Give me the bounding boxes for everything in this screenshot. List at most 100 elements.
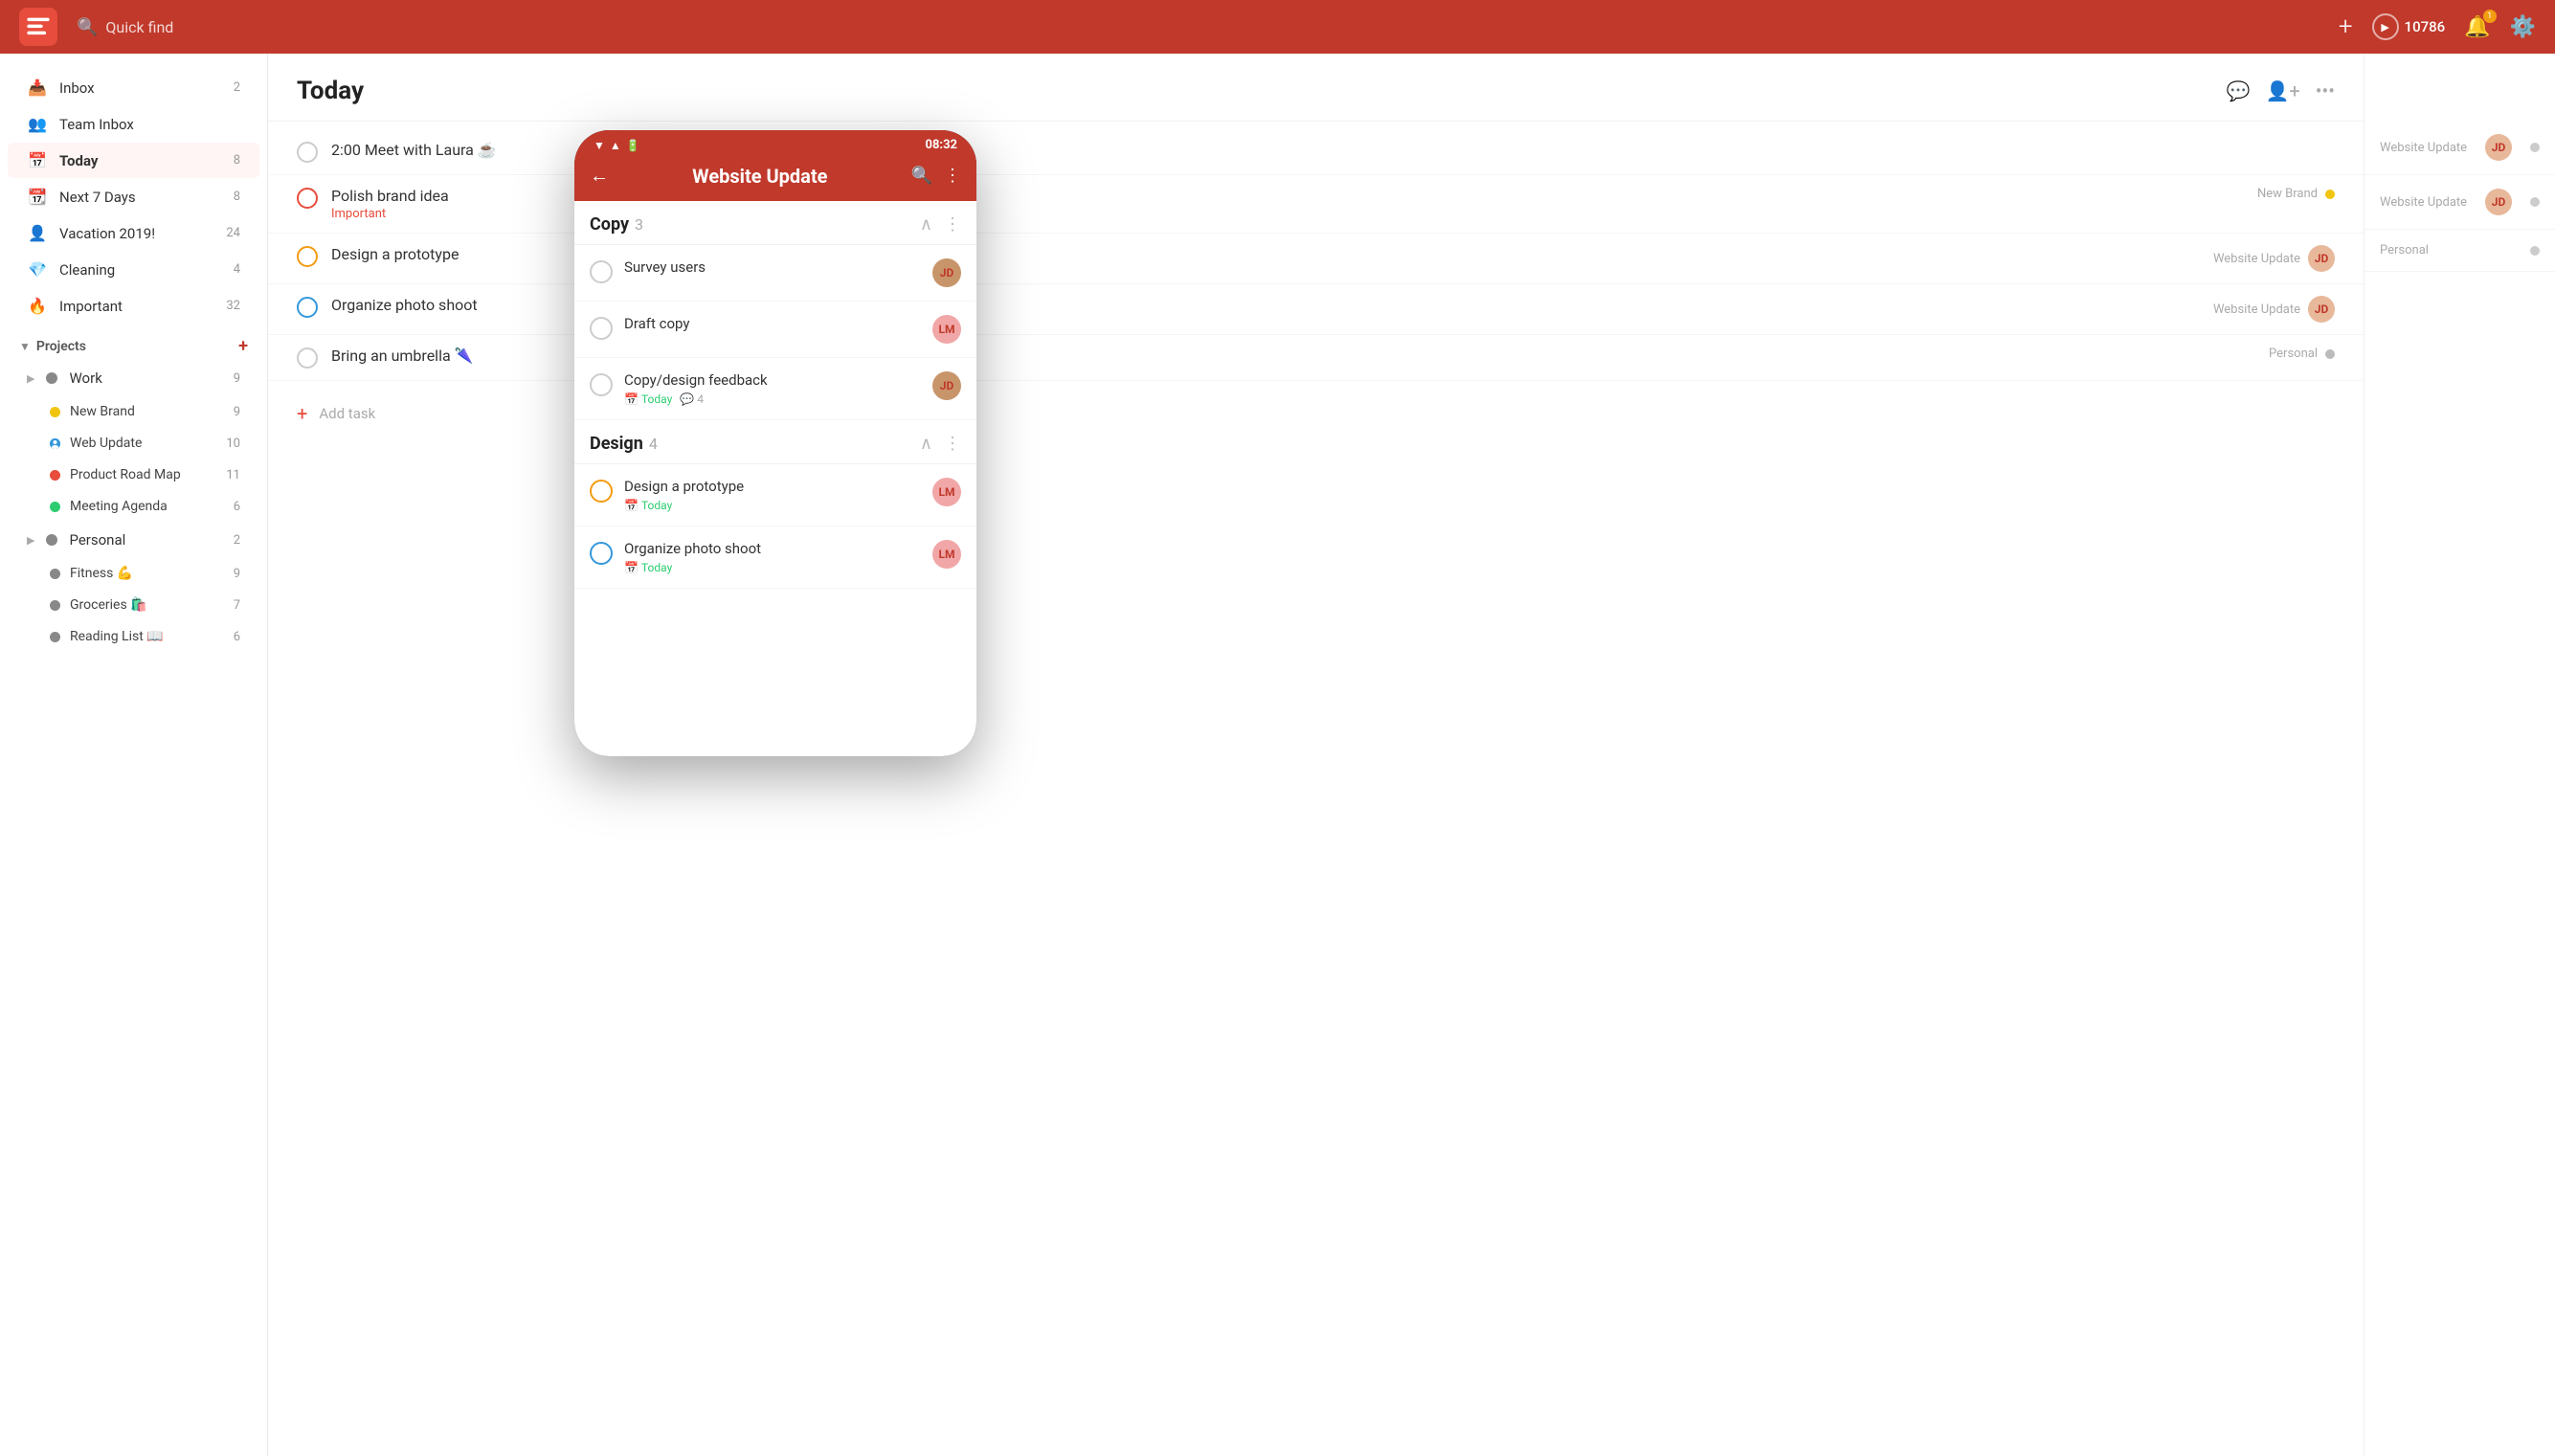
- reading-list-dot: [50, 632, 60, 642]
- today-icon: 📅: [27, 151, 48, 169]
- groceries-dot: [50, 600, 60, 611]
- signal-icon: ▲: [610, 139, 621, 152]
- design-section-title: Design: [590, 434, 643, 454]
- design-collapse-icon[interactable]: ∧: [920, 434, 932, 454]
- topbar: 🔍 Quick find + ▶ 10786 🔔 1 ⚙️: [0, 0, 2555, 54]
- sidebar: 📥 Inbox 2 👥 Team Inbox 📅 Today 8 📆 Next …: [0, 54, 268, 1456]
- calendar-icon-3: 📅: [624, 561, 639, 574]
- notification-count: 1: [2483, 10, 2497, 23]
- survey-checkbox[interactable]: [590, 260, 613, 283]
- sidebar-item-cleaning[interactable]: 💎 Cleaning 4: [8, 252, 259, 287]
- projects-section[interactable]: ▼ Projects +: [0, 325, 267, 360]
- phone-task-feedback[interactable]: Copy/design feedback 📅 Today 💬 4: [574, 358, 976, 420]
- header-actions: 💬 👤+ •••: [2227, 79, 2335, 102]
- sidebar-item-next7days[interactable]: 📆 Next 7 Days 8: [8, 179, 259, 214]
- cleaning-count: 4: [234, 262, 240, 277]
- sidebar-item-fitness[interactable]: Fitness 💪 9: [8, 558, 259, 589]
- right-panel-project-2: Website Update: [2380, 195, 2467, 210]
- design-more-icon[interactable]: ⋮: [944, 434, 961, 454]
- sidebar-item-new-brand[interactable]: New Brand 9: [8, 396, 259, 427]
- add-task-plus-icon: +: [297, 402, 307, 425]
- add-person-icon[interactable]: 👤+: [2266, 79, 2300, 102]
- work-arrow: ▶: [27, 372, 34, 385]
- sidebar-item-meeting-agenda[interactable]: Meeting Agenda 6: [8, 491, 259, 522]
- task-checkbox-5[interactable]: [297, 347, 318, 369]
- personal-label: Personal: [69, 531, 221, 549]
- karma-score: ▶ 10786: [2372, 13, 2446, 40]
- sidebar-item-web-update[interactable]: Web Update 10: [8, 428, 259, 459]
- cleaning-label: Cleaning: [59, 261, 222, 279]
- task-meta-2: New Brand: [2257, 187, 2335, 201]
- vacation-label: Vacation 2019!: [59, 225, 214, 242]
- feedback-comments: 💬 4: [680, 392, 704, 406]
- phone-task-draft[interactable]: Draft copy LM: [574, 302, 976, 358]
- copy-more-icon[interactable]: ⋮: [944, 214, 961, 235]
- more-options-icon[interactable]: •••: [2316, 79, 2335, 102]
- calendar-icon: 📅: [624, 392, 639, 406]
- phone-search-icon[interactable]: 🔍: [911, 166, 932, 186]
- fitness-dot: [50, 569, 60, 579]
- new-brand-count: 9: [234, 405, 240, 419]
- projects-label: Projects: [36, 339, 86, 354]
- work-dot: [46, 372, 57, 384]
- right-panel-row-1: Website Update JD: [2364, 121, 2555, 175]
- sidebar-item-groceries[interactable]: Groceries 🛍️ 7: [8, 590, 259, 620]
- important-label: Important: [59, 298, 214, 315]
- sidebar-item-inbox[interactable]: 📥 Inbox 2: [8, 70, 259, 105]
- fitness-label: Fitness 💪: [70, 566, 224, 581]
- photoshoot-date: 📅 Today: [624, 561, 672, 574]
- sidebar-item-today[interactable]: 📅 Today 8: [8, 143, 259, 178]
- phone-design-section-header: Design 4 ∧ ⋮: [574, 420, 976, 464]
- sidebar-item-work[interactable]: ▶ Work 9: [8, 361, 259, 395]
- web-update-dot: [50, 438, 60, 449]
- sidebar-item-important[interactable]: 🔥 Important 32: [8, 288, 259, 324]
- app-logo[interactable]: [19, 8, 57, 46]
- sidebar-item-product-road-map[interactable]: Product Road Map 11: [8, 459, 259, 490]
- product-road-map-count: 11: [226, 468, 240, 482]
- comment-icon[interactable]: 💬: [2227, 79, 2251, 102]
- design-section-actions: ∧ ⋮: [920, 434, 961, 454]
- right-panel-row-3: Personal: [2364, 230, 2555, 272]
- task-checkbox-1[interactable]: [297, 142, 318, 163]
- phone-more-icon[interactable]: ⋮: [944, 166, 961, 186]
- sidebar-item-vacation[interactable]: 👤 Vacation 2019! 24: [8, 215, 259, 251]
- task-checkbox-2[interactable]: [297, 188, 318, 209]
- survey-name: Survey users: [624, 258, 921, 276]
- add-project-button[interactable]: +: [238, 336, 248, 356]
- settings-button[interactable]: ⚙️: [2510, 15, 2536, 39]
- task-project-2: New Brand: [2257, 187, 2318, 201]
- calendar-icon-2: 📅: [624, 499, 639, 512]
- next7days-label: Next 7 Days: [59, 189, 222, 206]
- comment-icon-small: 💬: [680, 392, 694, 406]
- new-brand-label: New Brand: [70, 404, 224, 419]
- copy-collapse-icon[interactable]: ∧: [920, 214, 932, 235]
- phone-task-survey[interactable]: Survey users JD: [574, 245, 976, 302]
- right-panel-avatar-1: JD: [2485, 134, 2512, 161]
- phone-status-bar: ▼ ▲ 🔋 08:32: [574, 130, 976, 156]
- search-bar[interactable]: 🔍 Quick find: [77, 17, 2339, 37]
- task-checkbox-3[interactable]: [297, 246, 318, 267]
- draft-checkbox[interactable]: [590, 317, 613, 340]
- sidebar-item-team-inbox[interactable]: 👥 Team Inbox: [8, 106, 259, 142]
- notifications-button[interactable]: 🔔 1: [2464, 15, 2490, 39]
- phone-task-prototype[interactable]: Design a prototype 📅 Today LM: [574, 464, 976, 526]
- phone-task-photoshoot[interactable]: Organize photo shoot 📅 Today LM: [574, 526, 976, 589]
- product-road-map-label: Product Road Map: [70, 467, 216, 482]
- feedback-checkbox[interactable]: [590, 373, 613, 396]
- feedback-comment-count: 4: [697, 392, 704, 406]
- copy-section-title: Copy: [590, 214, 629, 235]
- photoshoot-checkbox[interactable]: [590, 542, 613, 565]
- search-icon: 🔍: [77, 17, 98, 37]
- sidebar-item-personal[interactable]: ▶ Personal 2: [8, 523, 259, 557]
- task-avatar-3: JD: [2308, 245, 2335, 272]
- task-checkbox-4[interactable]: [297, 297, 318, 318]
- sidebar-item-reading-list[interactable]: Reading List 📖 6: [8, 621, 259, 652]
- phone-back-button[interactable]: ←: [590, 164, 609, 188]
- work-count: 9: [234, 371, 240, 386]
- task-project-4: Website Update: [2213, 302, 2300, 317]
- add-button[interactable]: +: [2339, 12, 2353, 41]
- meeting-agenda-dot: [50, 502, 60, 512]
- team-inbox-label: Team Inbox: [59, 116, 240, 133]
- phone-time: 08:32: [926, 138, 958, 152]
- prototype-checkbox[interactable]: [590, 480, 613, 503]
